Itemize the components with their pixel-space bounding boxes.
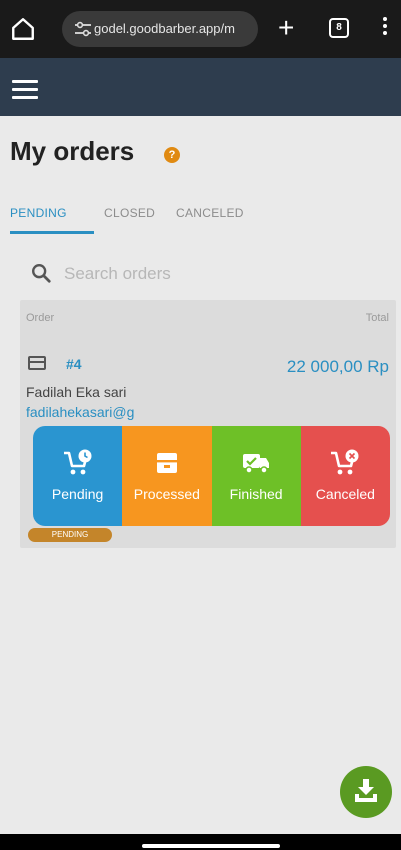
order-number[interactable]: #4 (66, 356, 82, 372)
status-processed-button[interactable]: Processed (122, 426, 212, 526)
new-tab-button[interactable]: + (278, 14, 294, 42)
customer-name: Fadilah Eka sari (26, 384, 127, 400)
kebab-menu-icon[interactable] (382, 17, 388, 39)
tab-canceled[interactable]: CANCELED (176, 206, 244, 220)
hamburger-icon[interactable] (12, 80, 38, 99)
status-canceled-label: Canceled (315, 486, 375, 502)
delivery-truck-icon (243, 454, 270, 474)
search-input[interactable]: Search orders (64, 264, 171, 284)
tab-closed[interactable]: CLOSED (104, 206, 155, 220)
order-total: 22 000,00 Rp (286, 357, 389, 376)
home-indicator[interactable] (142, 844, 280, 848)
tab-pending[interactable]: PENDING (10, 206, 67, 220)
active-tab-indicator (10, 231, 94, 234)
order-receipt-icon (28, 356, 46, 370)
status-finished-label: Finished (229, 486, 283, 502)
url-bar[interactable]: godel.goodbarber.app/m (62, 11, 258, 47)
cart-clock-icon (63, 449, 92, 475)
browser-toolbar: godel.goodbarber.app/m + 8 (0, 0, 401, 58)
help-icon[interactable]: ? (164, 147, 180, 163)
download-icon (355, 779, 377, 802)
app-header (0, 58, 401, 116)
order-tabs: PENDING CLOSED CANCELED (0, 198, 401, 234)
customer-email-link[interactable]: fadilahekasari@g (26, 404, 134, 420)
site-settings-icon[interactable] (74, 21, 92, 37)
url-text: godel.goodbarber.app/m (94, 21, 235, 36)
download-fab[interactable] (340, 766, 392, 818)
status-canceled-button[interactable]: Canceled (300, 426, 390, 526)
status-processed-label: Processed (133, 486, 200, 502)
search-bar[interactable]: Search orders (20, 254, 380, 294)
search-icon (32, 264, 51, 283)
tab-switcher-button[interactable]: 8 (329, 18, 349, 38)
cart-cancel-icon (331, 449, 359, 475)
home-icon[interactable] (10, 16, 36, 42)
status-finished-button[interactable]: Finished (211, 426, 301, 526)
page-title: My orders (10, 136, 135, 166)
status-pending-button[interactable]: Pending (33, 426, 123, 526)
column-header-total: Total (365, 312, 389, 324)
package-icon (156, 453, 177, 473)
status-badge: PENDING (28, 528, 112, 542)
status-change-panel: Pending Processed Finished Canceled (33, 426, 390, 526)
status-pending-label: Pending (51, 486, 104, 502)
column-header-order: Order (26, 312, 55, 324)
